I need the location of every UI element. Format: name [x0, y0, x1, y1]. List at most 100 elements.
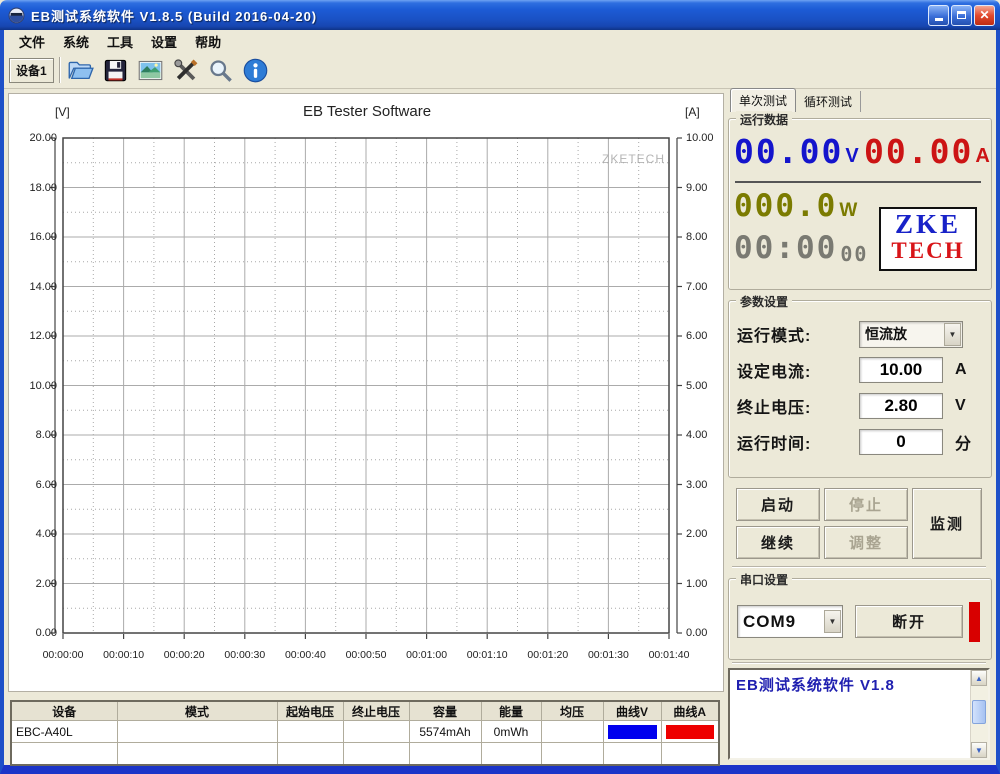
run-mode-select[interactable]: 恒流放 ▼ — [859, 321, 963, 348]
console-scrollbar[interactable]: ▲ ▼ — [970, 670, 988, 758]
curve-a-color-chip — [666, 725, 715, 739]
axis-tick-label: 0.00 — [686, 627, 726, 639]
axis-tick-label: 00:01:20 — [519, 649, 577, 661]
serial-group-title: 串口设置 — [736, 571, 792, 588]
open-folder-icon[interactable] — [67, 57, 94, 84]
cell-curve-a — [661, 721, 719, 743]
axis-tick-label: 00:00:10 — [95, 649, 153, 661]
separator-line — [732, 662, 986, 664]
axis-tick-label: 00:01:10 — [458, 649, 516, 661]
cutoff-voltage-unit: V — [955, 397, 966, 415]
axis-tick-label: 10.00 — [686, 132, 726, 144]
axis-tick-label: 6.00 — [11, 479, 57, 491]
axis-tick-label: 8.00 — [686, 231, 726, 243]
timer-display: 00:00 00 — [734, 233, 868, 264]
run-mode-row: 运行模式: 恒流放 ▼ — [737, 319, 963, 349]
com-port-select[interactable]: COM9 ▼ — [737, 605, 843, 638]
axis-tick-label: 2.00 — [11, 578, 57, 590]
tab-single-test[interactable]: 单次测试 — [730, 88, 796, 112]
axis-tick-label: 8.00 — [11, 429, 57, 441]
header-curve-a: 曲线A — [661, 701, 719, 721]
tools-icon[interactable] — [172, 57, 199, 84]
chevron-down-icon[interactable]: ▼ — [944, 323, 961, 346]
axis-tick-label: 4.00 — [11, 528, 57, 540]
table-row[interactable]: EBC-A40L 5574mAh 0mWh — [11, 721, 719, 743]
header-start-voltage: 起始电压 — [277, 701, 343, 721]
axis-tick-label: 00:01:40 — [640, 649, 698, 661]
toolbar-separator — [59, 57, 61, 83]
set-current-label: 设定电流: — [737, 358, 859, 382]
zoom-icon[interactable] — [207, 57, 234, 84]
cell-energy: 0mWh — [481, 721, 541, 743]
cell-end-voltage — [343, 721, 409, 743]
info-icon[interactable] — [242, 57, 269, 84]
save-icon[interactable] — [102, 57, 129, 84]
voltage-display: 00.00 V — [734, 135, 859, 168]
axis-tick-label: 7.00 — [686, 281, 726, 293]
menu-system[interactable]: 系统 — [54, 30, 98, 53]
axis-tick-label: 00:00:40 — [276, 649, 334, 661]
start-button[interactable]: 启动 — [736, 488, 820, 521]
axis-tick-label: 4.00 — [686, 429, 726, 441]
monitor-button[interactable]: 监测 — [912, 488, 982, 559]
axis-tick-label: 00:00:20 — [155, 649, 213, 661]
voltage-value: 00.00 — [734, 135, 843, 168]
cutoff-voltage-input[interactable]: 2.80 — [859, 393, 943, 419]
tab-cycle-test[interactable]: 循环测试 — [796, 91, 861, 112]
axis-tick-label: 9.00 — [686, 182, 726, 194]
cutoff-voltage-label: 终止电压: — [737, 394, 859, 418]
scrollbar-thumb[interactable] — [972, 700, 986, 724]
log-console[interactable]: EB测试系统软件 V1.8 ▲ ▼ — [728, 668, 990, 760]
resume-button[interactable]: 继续 — [736, 526, 820, 559]
axis-tick-label: 14.00 — [11, 281, 57, 293]
current-display: 00.00 A — [864, 135, 990, 168]
results-table: 设备 模式 起始电压 终止电压 容量 能量 均压 曲线V 曲线A EBC-A40… — [10, 700, 720, 766]
cell-device: EBC-A40L — [11, 721, 117, 743]
close-button[interactable]: ✕ — [974, 5, 995, 26]
maximize-button[interactable] — [951, 5, 972, 26]
logo-tech: TECH — [881, 239, 975, 263]
axis-tick-label: 0.00 — [11, 627, 57, 639]
cell-mode — [117, 721, 277, 743]
image-export-icon[interactable] — [137, 57, 164, 84]
power-value: 000.0 — [734, 191, 837, 222]
scroll-down-icon[interactable]: ▼ — [971, 742, 987, 758]
stop-button[interactable]: 停止 — [824, 488, 908, 521]
chevron-down-icon[interactable]: ▼ — [824, 610, 841, 633]
axis-tick-label: 16.00 — [11, 231, 57, 243]
run-mode-label: 运行模式: — [737, 322, 859, 346]
serial-settings-group: 串口设置 COM9 ▼ 断开 — [728, 578, 992, 660]
axis-tick-label: 3.00 — [686, 479, 726, 491]
minimize-button[interactable] — [928, 5, 949, 26]
voltage-unit: V — [845, 145, 858, 168]
run-time-input[interactable]: 0 — [859, 429, 943, 455]
device-1-button[interactable]: 设备1 — [9, 58, 54, 83]
axis-tick-label: 1.00 — [686, 578, 726, 590]
axis-tick-label: 20.00 — [11, 132, 57, 144]
adjust-button[interactable]: 调整 — [824, 526, 908, 559]
run-time-unit: 分 — [955, 430, 971, 454]
connection-indicator — [969, 602, 980, 642]
param-group-title: 参数设置 — [736, 293, 792, 310]
menu-file[interactable]: 文件 — [10, 30, 54, 53]
header-avg-voltage: 均压 — [541, 701, 603, 721]
cutoff-voltage-row: 终止电压: 2.80 V — [737, 391, 966, 421]
title-bar: EB测试系统软件 V1.8.5 (Build 2016-04-20) ✕ — [0, 0, 1000, 30]
display-divider — [735, 181, 981, 183]
right-panel: 单次测试 循环测试 运行数据 00.00 V 00.00 A 000.0 W 0… — [728, 90, 992, 764]
set-current-input[interactable]: 10.00 — [859, 357, 943, 383]
log-text: EB测试系统软件 V1.8 — [736, 674, 895, 695]
header-capacity: 容量 — [409, 701, 481, 721]
timer-seconds: 00 — [840, 244, 868, 264]
menu-tools[interactable]: 工具 — [98, 30, 142, 53]
window-body: 文件 系统 工具 设置 帮助 设备1 — [0, 30, 1000, 774]
curve-v-color-chip — [608, 725, 657, 739]
logo-zke: ZKE — [881, 209, 975, 239]
axis-tick-label: 12.00 — [11, 330, 57, 342]
menu-bar: 文件 系统 工具 设置 帮助 — [4, 30, 996, 52]
disconnect-button[interactable]: 断开 — [855, 605, 963, 638]
scroll-up-icon[interactable]: ▲ — [971, 670, 987, 686]
menu-help[interactable]: 帮助 — [186, 30, 230, 53]
menu-settings[interactable]: 设置 — [142, 30, 186, 53]
app-icon — [8, 7, 25, 24]
